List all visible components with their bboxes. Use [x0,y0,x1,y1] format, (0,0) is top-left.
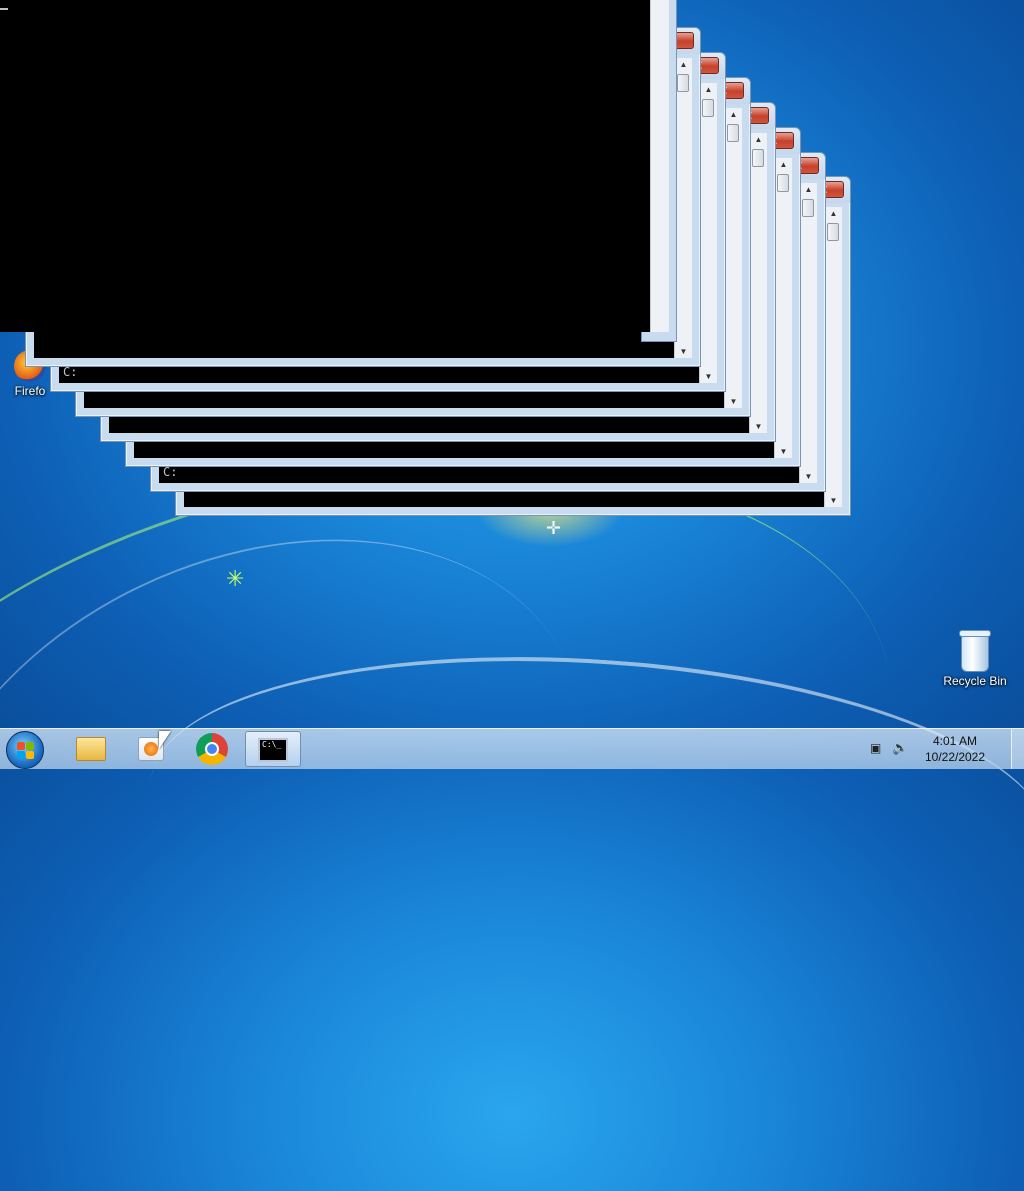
desktop-icon-recycle-bin[interactable]: Recycle Bin [936,630,1014,688]
scroll-thumb[interactable] [727,124,739,142]
show-desktop-button[interactable] [1011,729,1024,769]
scroll-down-icon[interactable]: ▼ [775,447,792,456]
chrome-icon [196,733,228,765]
scroll-thumb[interactable] [702,99,714,117]
scroll-down-icon[interactable]: ▼ [750,422,767,431]
recycle-bin-icon [959,630,991,672]
windows-logo-icon [17,742,35,760]
vertical-scrollbar[interactable]: ▲ ▼ [699,83,717,383]
scroll-down-icon[interactable]: ▼ [700,372,717,381]
network-icon[interactable]: ▣ [870,741,886,755]
scroll-up-icon[interactable]: ▲ [675,60,692,69]
clock-time: 4:01 AM [932,734,978,748]
vertical-scrollbar[interactable]: ▲ ▼ [799,183,817,483]
scroll-thumb[interactable] [777,174,789,192]
vertical-scrollbar[interactable] [650,0,669,332]
scroll-down-icon[interactable]: ▼ [825,496,842,505]
scroll-thumb[interactable] [827,223,839,241]
clock[interactable]: 4:01 AM 10/22/2022 [920,733,990,765]
scroll-down-icon[interactable]: ▼ [675,347,692,356]
vertical-scrollbar[interactable]: ▲ ▼ [724,108,742,408]
folder-icon [76,737,106,761]
busy-cursor-icon: ✛ [546,518,562,538]
wallpaper-swoosh [140,628,1024,996]
scroll-up-icon[interactable]: ▲ [800,185,817,194]
taskbar-chrome-button[interactable] [184,731,240,767]
volume-icon[interactable]: 🔈 [892,740,908,756]
vertical-scrollbar[interactable]: ▲ ▼ [824,207,842,507]
vertical-scrollbar[interactable]: ▲ ▼ [749,133,767,433]
console-prompt: C: [163,465,178,479]
start-button[interactable] [6,731,44,769]
console-output[interactable] [0,0,650,332]
mouse-pointer-icon [159,731,171,749]
desktop-icon-label: Recycle Bin [943,674,1007,688]
command-prompt-icon: C:\_ [258,738,288,762]
desktop-icon-label: Firefo [14,384,46,398]
taskbar: C:\_ ▣ 🔈 4:01 AM 10/22/2022 [0,728,1024,769]
wallpaper-sparkle: ✳ [226,566,245,591]
console-cursor [0,8,8,10]
scroll-up-icon[interactable]: ▲ [825,209,842,218]
scroll-up-icon[interactable]: ▲ [700,85,717,94]
taskbar-explorer-button[interactable] [62,731,118,767]
vertical-scrollbar[interactable]: ▲ ▼ [774,158,792,458]
scroll-up-icon[interactable]: ▲ [725,110,742,119]
scroll-up-icon[interactable]: ▲ [750,135,767,144]
clock-date: 10/22/2022 [924,750,986,764]
system-tray: ▣ 🔈 4:01 AM 10/22/2022 [870,729,1010,769]
console-prompt: C: [63,365,78,379]
scroll-down-icon[interactable]: ▼ [725,397,742,406]
scroll-thumb[interactable] [752,149,764,167]
scroll-up-icon[interactable]: ▲ [775,160,792,169]
scroll-down-icon[interactable]: ▼ [800,472,817,481]
scroll-thumb[interactable] [802,199,814,217]
scroll-thumb[interactable] [677,74,689,92]
taskbar-cmd-button[interactable]: C:\_ [245,731,301,767]
